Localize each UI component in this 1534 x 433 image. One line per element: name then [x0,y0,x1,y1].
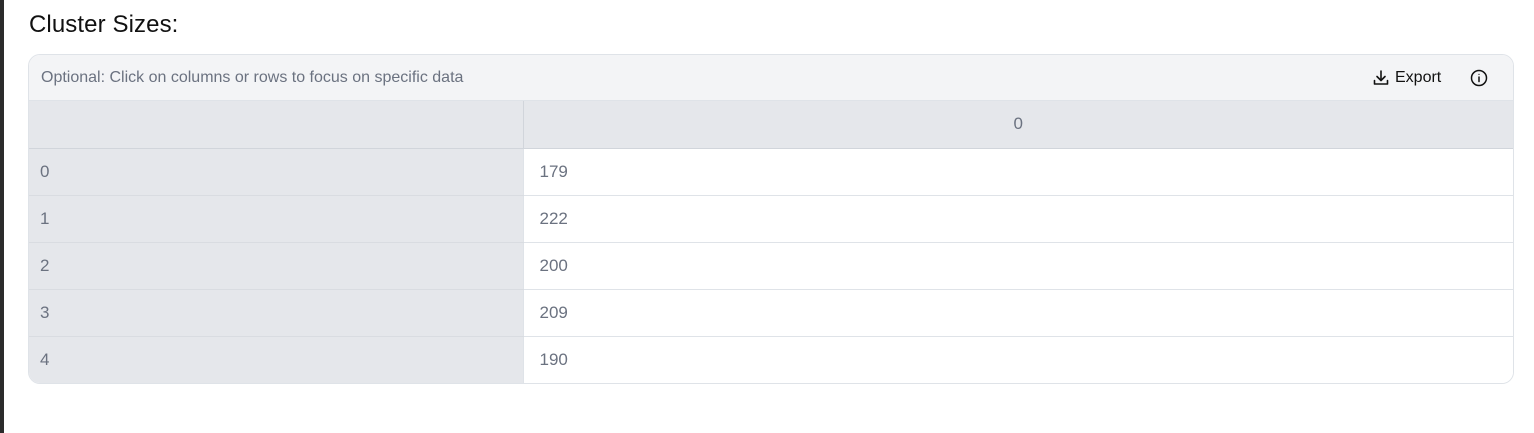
focus-hint-text: Optional: Click on columns or rows to fo… [41,69,464,86]
row-index[interactable]: 2 [29,242,523,290]
background-window-edge [0,0,4,433]
row-index[interactable]: 1 [29,195,523,243]
section-title: Cluster Sizes: [29,11,179,38]
row-index[interactable]: 4 [29,336,523,383]
info-icon [1470,69,1488,87]
column-header-0[interactable]: 0 [522,101,1513,149]
table-row[interactable]: 2 200 [29,242,1513,290]
download-icon [1371,68,1391,88]
row-index[interactable]: 0 [29,148,523,196]
table-cell[interactable]: 209 [522,289,1513,337]
row-index[interactable]: 3 [29,289,523,337]
export-label: Export [1395,69,1442,86]
table-row[interactable]: 1 222 [29,195,1513,243]
cluster-sizes-table: 0 0 179 1 222 2 200 3 209 4 190 [29,101,1513,383]
table-row[interactable]: 0 179 [29,148,1513,196]
table-row[interactable]: 4 190 [29,336,1513,383]
data-table-card: Optional: Click on columns or rows to fo… [28,54,1514,384]
table-cell[interactable]: 179 [522,148,1513,196]
table-toolbar: Optional: Click on columns or rows to fo… [29,55,1513,101]
table-row[interactable]: 3 209 [29,289,1513,337]
table-cell[interactable]: 190 [522,336,1513,383]
export-button[interactable]: Export [1371,67,1441,89]
info-button[interactable] [1470,69,1488,87]
table-cell[interactable]: 222 [522,195,1513,243]
table-header-row: 0 [29,101,1513,149]
index-column-header[interactable] [29,101,523,149]
table-cell[interactable]: 200 [522,242,1513,290]
